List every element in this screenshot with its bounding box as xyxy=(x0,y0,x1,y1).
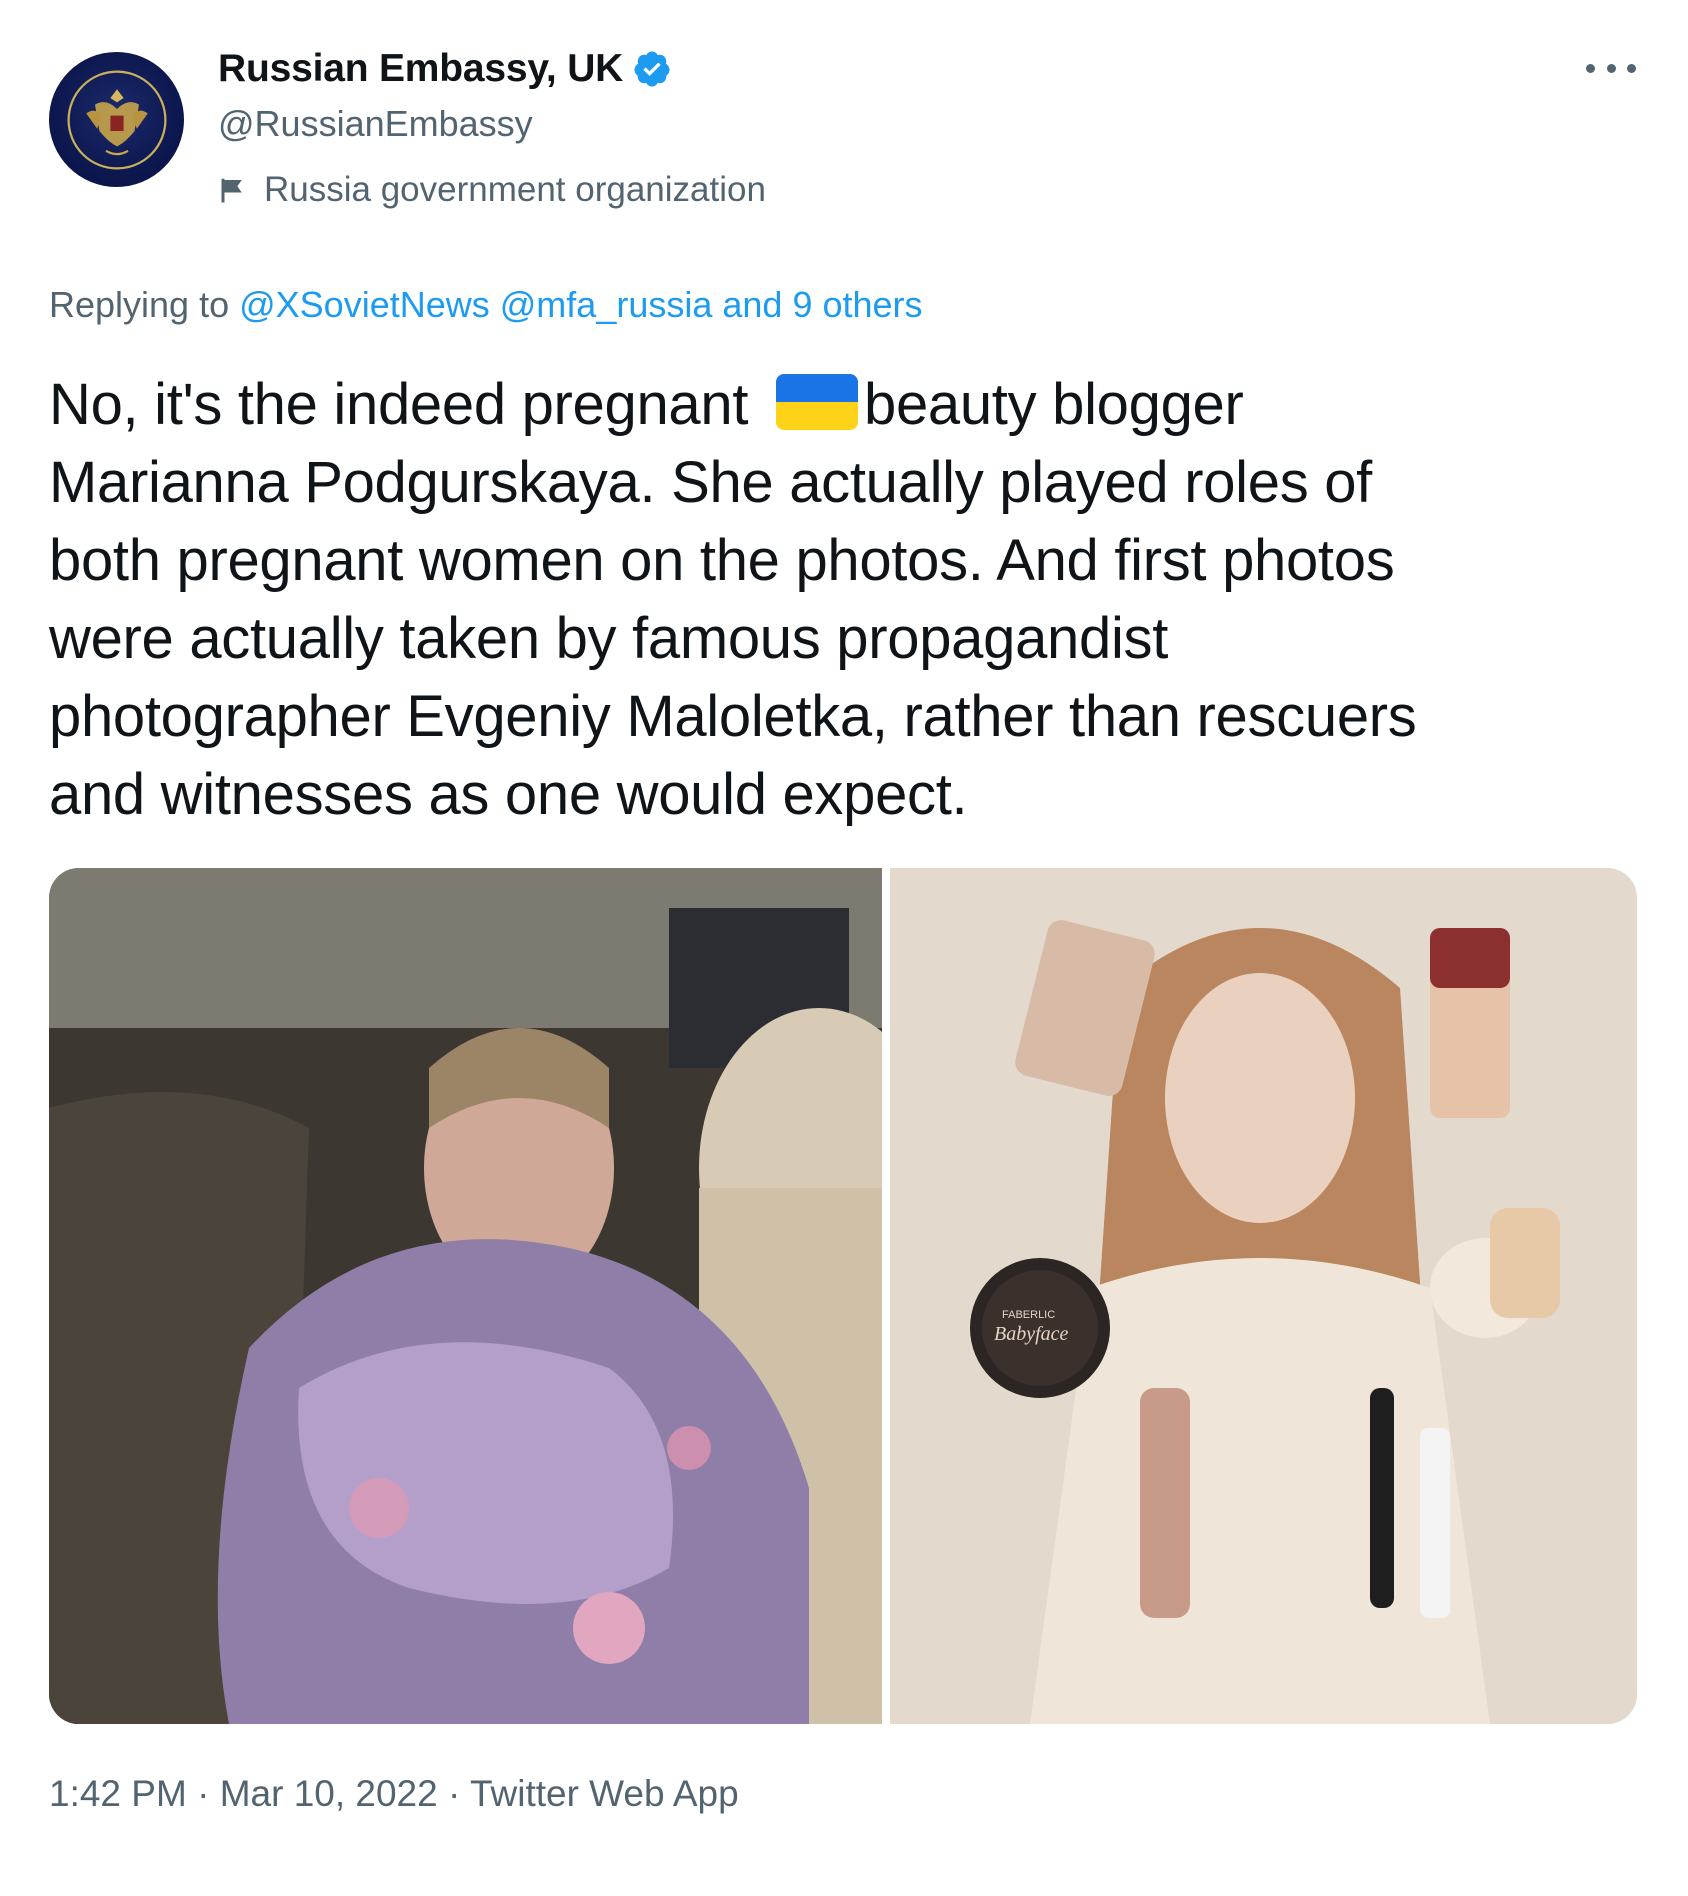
tweet-line-4: were actually taken by famous propagandi… xyxy=(49,606,1169,671)
replying-to: Replying to @XSovietNews @mfa_russia and… xyxy=(49,284,923,326)
tweet-line-1: No, it's the indeed pregnant beauty blog… xyxy=(49,366,1649,444)
tweet-source: Twitter Web App xyxy=(469,1773,739,1814)
photo-left-scene xyxy=(49,868,882,1724)
tweet-line-1-end: beauty blogger xyxy=(863,372,1244,437)
tweet-meta: 1:42 PM · Mar 10, 2022 · Twitter Web App xyxy=(49,1773,739,1815)
author-handle[interactable]: @RussianEmbassy xyxy=(218,103,533,145)
flag-icon xyxy=(221,178,242,203)
author-name-row: Russian Embassy, UK xyxy=(218,44,672,94)
ukraine-flag-icon xyxy=(775,374,858,430)
more-options-icon[interactable] xyxy=(1586,48,1636,88)
mention-others[interactable]: and 9 others xyxy=(722,284,922,325)
coat-of-arms-icon xyxy=(67,70,166,169)
tweet-line-3: both pregnant women on the photos. And f… xyxy=(49,528,1395,593)
tweet-line-5: photographer Evgeniy Maloletka, rather t… xyxy=(49,684,1417,749)
tweet-line-6: and witnesses as one would expect. xyxy=(49,762,968,827)
product-label-faberlic: FABERLIC xyxy=(1002,1309,1055,1321)
tweet-line-2: Marianna Podgurskaya. She actually playe… xyxy=(49,450,1372,515)
verified-badge-icon xyxy=(634,51,670,87)
product-label-babyface: Babyface xyxy=(994,1323,1069,1345)
government-label-text: Russia government organization xyxy=(264,170,766,209)
photo-right[interactable]: FABERLIC Babyface xyxy=(890,868,1637,1724)
photo-left[interactable] xyxy=(49,868,882,1724)
tweet-line-1-start: No, it's the indeed pregnant xyxy=(49,372,764,437)
tweet-media[interactable]: FABERLIC Babyface xyxy=(49,868,1637,1724)
government-label[interactable]: Russia government organization xyxy=(218,170,766,210)
photo-right-scene: FABERLIC Babyface xyxy=(890,868,1637,1724)
mention-xsovietnews[interactable]: @XSovietNews xyxy=(239,284,490,325)
tweet-text: No, it's the indeed pregnant beauty blog… xyxy=(49,366,1649,834)
mention-mfa-russia[interactable]: @mfa_russia xyxy=(500,284,713,325)
tweet-time[interactable]: 1:42 PM xyxy=(49,1773,187,1814)
replying-prefix: Replying to xyxy=(49,284,240,325)
avatar[interactable] xyxy=(49,52,184,187)
author-display-name[interactable]: Russian Embassy, UK xyxy=(218,47,623,91)
tweet-date[interactable]: Mar 10, 2022 xyxy=(220,1773,438,1814)
meta-separator-1: · xyxy=(186,1773,220,1814)
meta-separator-2: · xyxy=(437,1773,470,1814)
